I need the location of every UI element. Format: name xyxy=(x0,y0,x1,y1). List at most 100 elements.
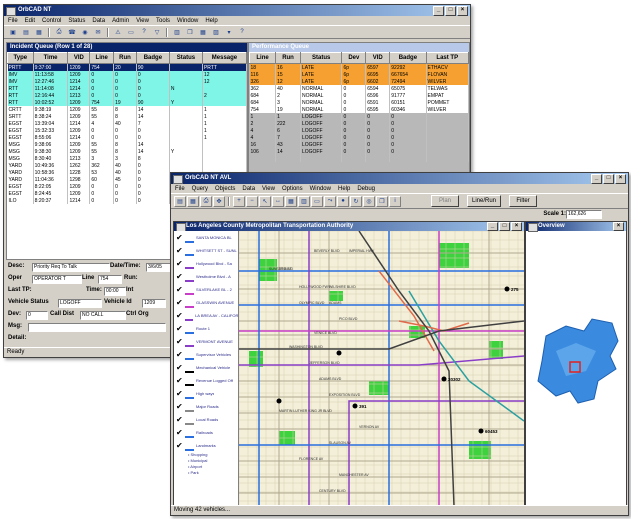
close-button[interactable]: × xyxy=(615,174,626,184)
oper-field[interactable]: OPERATOR T xyxy=(32,275,82,284)
layer-checkbox[interactable]: ✔ xyxy=(176,285,183,294)
county-overview-map[interactable] xyxy=(526,231,626,506)
performance-row[interactable]: 754 19 NORMAL 0 6595 60346 WILVER xyxy=(249,106,469,113)
performance-row[interactable]: 1 1 LOGOFF 0 0 0 xyxy=(249,113,469,120)
menu-item-admin[interactable]: Admin xyxy=(112,18,129,24)
map-canvas[interactable]: BEVERLY BLVD 3RD ST WILSHIRE BLVD OLYMPIC B… xyxy=(239,231,524,506)
grid-icon[interactable]: ▦ xyxy=(197,27,209,38)
vehicle-icon[interactable] xyxy=(336,350,342,356)
incident-row[interactable]: EGST 15:32:33 1209 0 0 0 1 xyxy=(7,127,247,134)
performance-column-header[interactable]: Dev xyxy=(341,52,367,64)
cad-title-bar[interactable]: OrbCAD NT _ □ × xyxy=(4,5,470,16)
message-icon[interactable]: ✉ xyxy=(92,27,104,38)
performance-row[interactable]: 4 7 LOGOFF 0 0 0 xyxy=(249,134,469,141)
layer-checkbox[interactable]: ✔ xyxy=(176,350,183,359)
vehicle-icon[interactable] xyxy=(504,286,510,292)
map-title-bar[interactable]: Los Angeles County Metropolitan Transpor… xyxy=(174,222,524,232)
performance-column-header[interactable]: Status xyxy=(299,52,343,64)
open-icon[interactable]: ▤ xyxy=(20,27,32,38)
layer-checkbox[interactable]: ✔ xyxy=(176,272,183,281)
performance-row[interactable]: 684 3 NORMAL 0 6591 60151 POMMET xyxy=(249,99,469,106)
dev-field[interactable]: 0 xyxy=(26,311,48,320)
menu-item-help[interactable]: Help xyxy=(205,18,217,24)
desc-field[interactable]: Priority Req To Talk xyxy=(32,263,110,272)
measure-icon[interactable]: ↔ xyxy=(272,195,284,207)
minimize-button[interactable]: _ xyxy=(433,6,444,16)
phone-icon[interactable]: ☎ xyxy=(66,27,78,38)
layer-item[interactable]: ✔ SILVERLAKE BL - 2 xyxy=(174,283,238,296)
performance-row[interactable]: 326 12 LATE 6p 6602 72494 WILVER xyxy=(249,78,469,85)
layers-icon[interactable]: ▦ xyxy=(285,195,297,207)
menu-item-help[interactable]: Help xyxy=(338,186,350,192)
incident-row[interactable]: YARD 10:49:36 1262 362 40 0 xyxy=(7,162,247,169)
stop-icon[interactable]: ● xyxy=(337,195,349,207)
incident-column-header[interactable]: Line xyxy=(89,52,115,64)
menu-item-objects[interactable]: Objects xyxy=(215,186,235,192)
incident-row[interactable]: IMV 11:13:58 1209 0 0 0 12 xyxy=(7,71,247,78)
layer-checkbox[interactable]: ✔ xyxy=(176,337,183,346)
incident-column-header[interactable]: VID xyxy=(67,52,91,64)
vehicle-icon[interactable] xyxy=(441,376,447,382)
layer-checkbox[interactable]: ✔ xyxy=(176,363,183,372)
menu-item-window[interactable]: Window xyxy=(177,18,198,24)
call-dist-field[interactable]: NO CALL xyxy=(80,311,126,320)
performance-row[interactable]: 362 40 NORMAL 0 6594 65075 TELWAS xyxy=(249,85,469,92)
route-icon[interactable]: ⤳ xyxy=(324,195,336,207)
layer-checkbox[interactable]: ✔ xyxy=(176,298,183,307)
vehicle-icon[interactable] xyxy=(276,398,282,404)
scale-input[interactable]: 162,626 xyxy=(566,210,602,219)
select-icon[interactable]: ↖ xyxy=(259,195,271,207)
track-icon[interactable]: ◎ xyxy=(363,195,375,207)
layer-item[interactable]: ✔ Westholme Blvd - A xyxy=(174,270,238,283)
layer-checkbox[interactable]: ✔ xyxy=(176,441,183,450)
print-icon[interactable]: ⎙ xyxy=(200,195,212,207)
street-map[interactable]: BEVERLY BLVD3RD STWILSHIRE BLVDOLYMPIC B… xyxy=(239,231,524,506)
layer-checkbox[interactable]: ✔ xyxy=(176,233,183,242)
layer-checkbox[interactable]: ✔ xyxy=(176,376,183,385)
performance-row[interactable]: 18 16 LATE 6p 6597 92292 ETHACV xyxy=(249,63,469,71)
minimize-button[interactable]: _ xyxy=(591,174,602,184)
performance-row[interactable]: 16 43 LOGOFF 0 0 0 xyxy=(249,141,469,148)
line-run-button[interactable]: Line/Run xyxy=(467,195,501,207)
layer-item[interactable]: ✔ High ways xyxy=(174,387,238,400)
alarm-icon[interactable]: ⚠ xyxy=(112,27,124,38)
refresh-icon[interactable]: ↻ xyxy=(350,195,362,207)
layer-item[interactable]: ✔ SANTA MONICA BL xyxy=(174,231,238,244)
layer-checkbox[interactable]: ✔ xyxy=(176,415,183,424)
incident-row[interactable]: PRTT 9:37:00 1209 754 20 90 PRTT xyxy=(7,63,247,71)
msg-field[interactable] xyxy=(28,323,166,332)
menu-item-window[interactable]: Window xyxy=(310,186,331,192)
layer-checkbox[interactable]: ✔ xyxy=(176,389,183,398)
window-cascade-icon[interactable]: ❐ xyxy=(184,27,196,38)
performance-column-header[interactable]: VID xyxy=(365,52,391,64)
menu-item-view[interactable]: View xyxy=(136,18,149,24)
zoom-out-icon[interactable]: − xyxy=(246,195,258,207)
overview-title-bar[interactable]: Overview × xyxy=(526,222,626,232)
incident-row[interactable]: MSG 9:38:06 1209 55 8 14 xyxy=(7,141,247,148)
performance-column-header[interactable]: Line xyxy=(249,52,277,64)
incident-row[interactable]: EGST 8:55:06 1214 0 0 0 1 xyxy=(7,134,247,141)
layer-item[interactable]: ✔ LA BREA AV - CALIFORN xyxy=(174,309,238,322)
menu-item-file[interactable]: File xyxy=(175,186,185,192)
zoom-in-icon[interactable]: + xyxy=(233,195,245,207)
menu-item-debug[interactable]: Debug xyxy=(357,186,375,192)
menu-item-status[interactable]: Status xyxy=(68,18,85,24)
maximize-button[interactable]: □ xyxy=(445,6,456,16)
menu-item-options[interactable]: Options xyxy=(282,186,303,192)
menu-item-view[interactable]: View xyxy=(262,186,275,192)
save-icon[interactable]: ▦ xyxy=(187,195,199,207)
incident-column-header[interactable]: Message xyxy=(201,52,247,64)
incident-row[interactable]: RTT 12:16:44 1213 0 0 0 2 xyxy=(7,92,247,99)
layer-checkbox[interactable]: ✔ xyxy=(176,324,183,333)
bus-icon[interactable]: ▭ xyxy=(125,27,137,38)
layer-item[interactable]: ✔ Landmarks xyxy=(174,439,238,452)
dropdown-icon[interactable]: ▾ xyxy=(223,27,235,38)
close-button[interactable]: × xyxy=(457,6,468,16)
chart-icon[interactable]: ▨ xyxy=(210,27,222,38)
performance-row[interactable] xyxy=(249,155,469,162)
maximize-button[interactable]: □ xyxy=(603,174,614,184)
incident-column-header[interactable]: Badge xyxy=(135,52,170,64)
layer-item[interactable]: ✔ Revenue Logged Off xyxy=(174,374,238,387)
incident-row[interactable]: SRTT 8:38:24 1209 55 8 14 1 xyxy=(7,113,247,120)
layer-item[interactable]: ✔ Route 1 xyxy=(174,322,238,335)
